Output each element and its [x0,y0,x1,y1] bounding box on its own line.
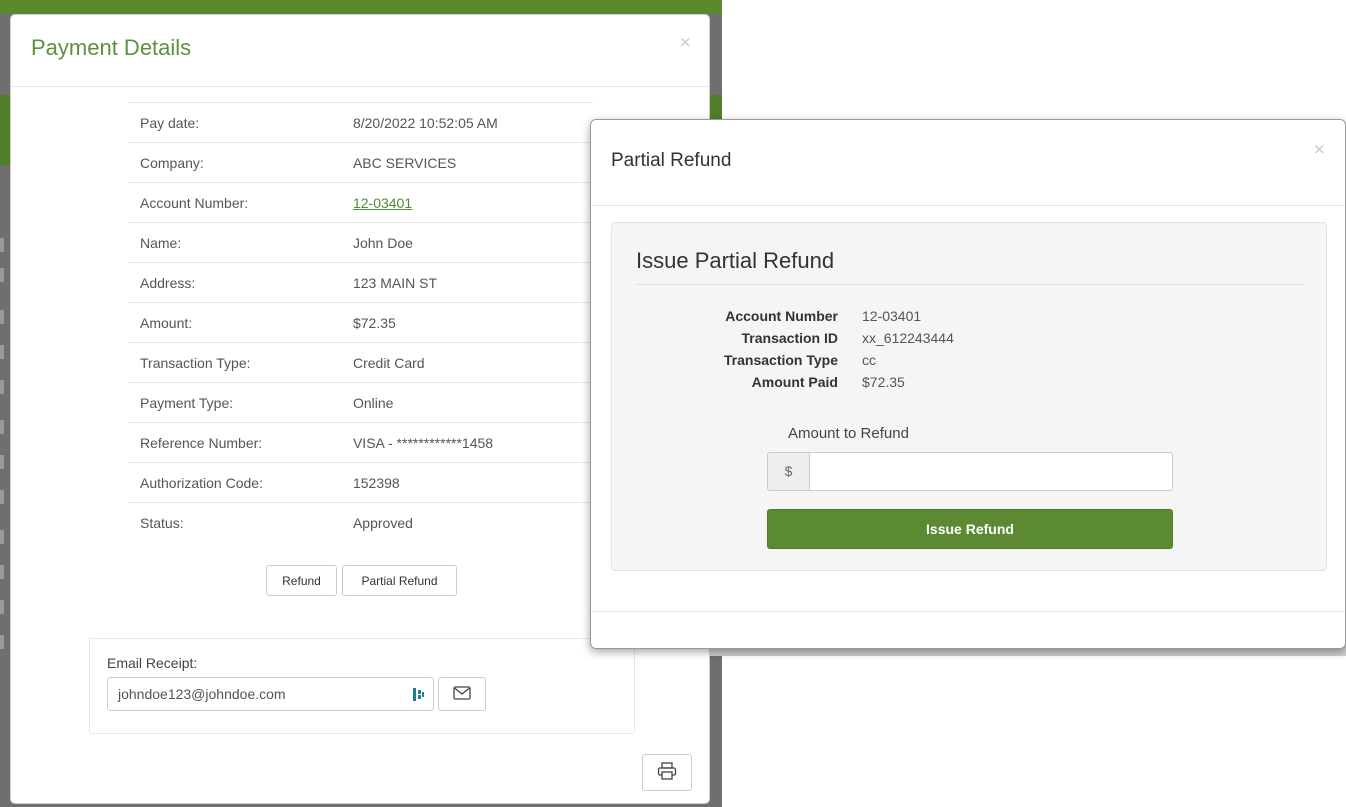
detail-row-amount-paid: Amount Paid $72.35 [612,374,1328,396]
print-button[interactable] [642,754,692,791]
backdrop-row-mark [0,268,4,282]
detail-row-transaction-type: Transaction Type cc [612,352,1328,374]
envelope-icon [453,685,471,700]
table-row: Pay date: 8/20/2022 10:52:05 AM [128,102,593,143]
table-row: Status: Approved [128,502,593,543]
row-value: ABC SERVICES [352,142,593,183]
row-value: VISA - ************1458 [352,422,593,463]
refund-modal-footer-divider [591,611,1345,612]
row-label: Pay date: [128,102,353,143]
row-value: $72.35 [352,302,593,343]
currency-addon: $ [768,453,810,490]
payment-details-table: Pay date: 8/20/2022 10:52:05 AM Company:… [128,102,593,543]
send-receipt-button[interactable] [438,677,486,711]
partial-refund-modal: Partial Refund × Issue Partial Refund Ac… [590,119,1346,649]
table-row: Name: John Doe [128,222,593,263]
backdrop-row-mark [0,238,4,252]
row-value: Credit Card [352,342,593,383]
backdrop-row-mark [0,380,4,394]
issue-refund-title: Issue Partial Refund [636,248,1304,285]
detail-row-account: Account Number 12-03401 [612,308,1328,330]
detail-row-transaction-id: Transaction ID xx_612243444 [612,330,1328,352]
table-row: Reference Number: VISA - ************145… [128,422,593,463]
refund-modal-title: Partial Refund [611,150,732,171]
table-row: Company: ABC SERVICES [128,142,593,183]
detail-label: Amount Paid [751,374,838,390]
row-value: Online [352,382,593,423]
refund-modal-header: Partial Refund × [591,120,1345,206]
detail-label: Account Number [725,308,838,324]
row-value: 152398 [352,462,593,503]
payment-modal-header: Payment Details × [11,15,709,87]
partial-refund-button[interactable]: Partial Refund [342,565,457,596]
backdrop-row-mark [0,490,4,504]
backdrop-row-mark [0,455,4,469]
email-receipt-value: johndoe123@johndoe.com [118,686,286,702]
table-row: Amount: $72.35 [128,302,593,343]
issue-refund-panel: Issue Partial Refund Account Number 12-0… [611,222,1327,571]
detail-value: cc [862,352,876,368]
email-receipt-label: Email Receipt: [107,655,198,671]
payment-modal-close-icon[interactable]: × [679,35,692,50]
email-receipt-panel: Email Receipt: johndoe123@johndoe.com [89,638,635,734]
refund-amount-input[interactable] [811,453,1172,490]
backdrop-row-mark [0,310,4,324]
printer-icon [657,762,677,780]
row-label: Reference Number: [128,422,353,463]
detail-value: 12-03401 [862,308,922,324]
payment-modal-title: Payment Details [31,35,192,60]
row-label: Name: [128,222,353,263]
backdrop-row-mark [0,420,4,434]
row-label: Company: [128,142,353,183]
row-label: Payment Type: [128,382,353,423]
autofill-icon[interactable] [413,687,425,702]
row-label: Status: [128,502,353,543]
table-row: Address: 123 MAIN ST [128,262,593,303]
row-label: Amount: [128,302,353,343]
row-value: 123 MAIN ST [352,262,593,303]
row-label: Authorization Code: [128,462,353,503]
amount-input-group: $ [767,452,1173,491]
detail-label: Transaction Type [723,352,838,368]
backdrop-row-mark [0,565,4,579]
row-value: 8/20/2022 10:52:05 AM [352,102,593,143]
backdrop-row-mark [0,530,4,544]
table-row: Transaction Type: Credit Card [128,342,593,383]
detail-value: $72.35 [862,374,905,390]
table-row: Account Number: 12-03401 [128,182,593,223]
row-value: John Doe [352,222,593,263]
issue-refund-button[interactable]: Issue Refund [767,509,1173,549]
backdrop-header-band [0,0,722,14]
table-row: Payment Type: Online [128,382,593,423]
refund-button[interactable]: Refund [266,565,337,596]
table-row: Authorization Code: 152398 [128,462,593,503]
status-badge: Approved [352,502,593,543]
row-label: Account Number: [128,182,353,223]
backdrop-row-mark [0,600,4,614]
email-receipt-input[interactable]: johndoe123@johndoe.com [107,677,434,711]
detail-value: xx_612243444 [862,330,954,346]
row-label: Address: [128,262,353,303]
refund-modal-close-icon[interactable]: × [1313,142,1326,157]
backdrop-row-mark [0,345,4,359]
account-number-link[interactable]: 12-03401 [353,195,412,211]
row-value-cell: 12-03401 [352,182,593,223]
amount-to-refund-label: Amount to Refund [788,425,909,442]
backdrop-row-mark [0,635,4,649]
row-label: Transaction Type: [128,342,353,383]
detail-label: Transaction ID [741,330,838,346]
